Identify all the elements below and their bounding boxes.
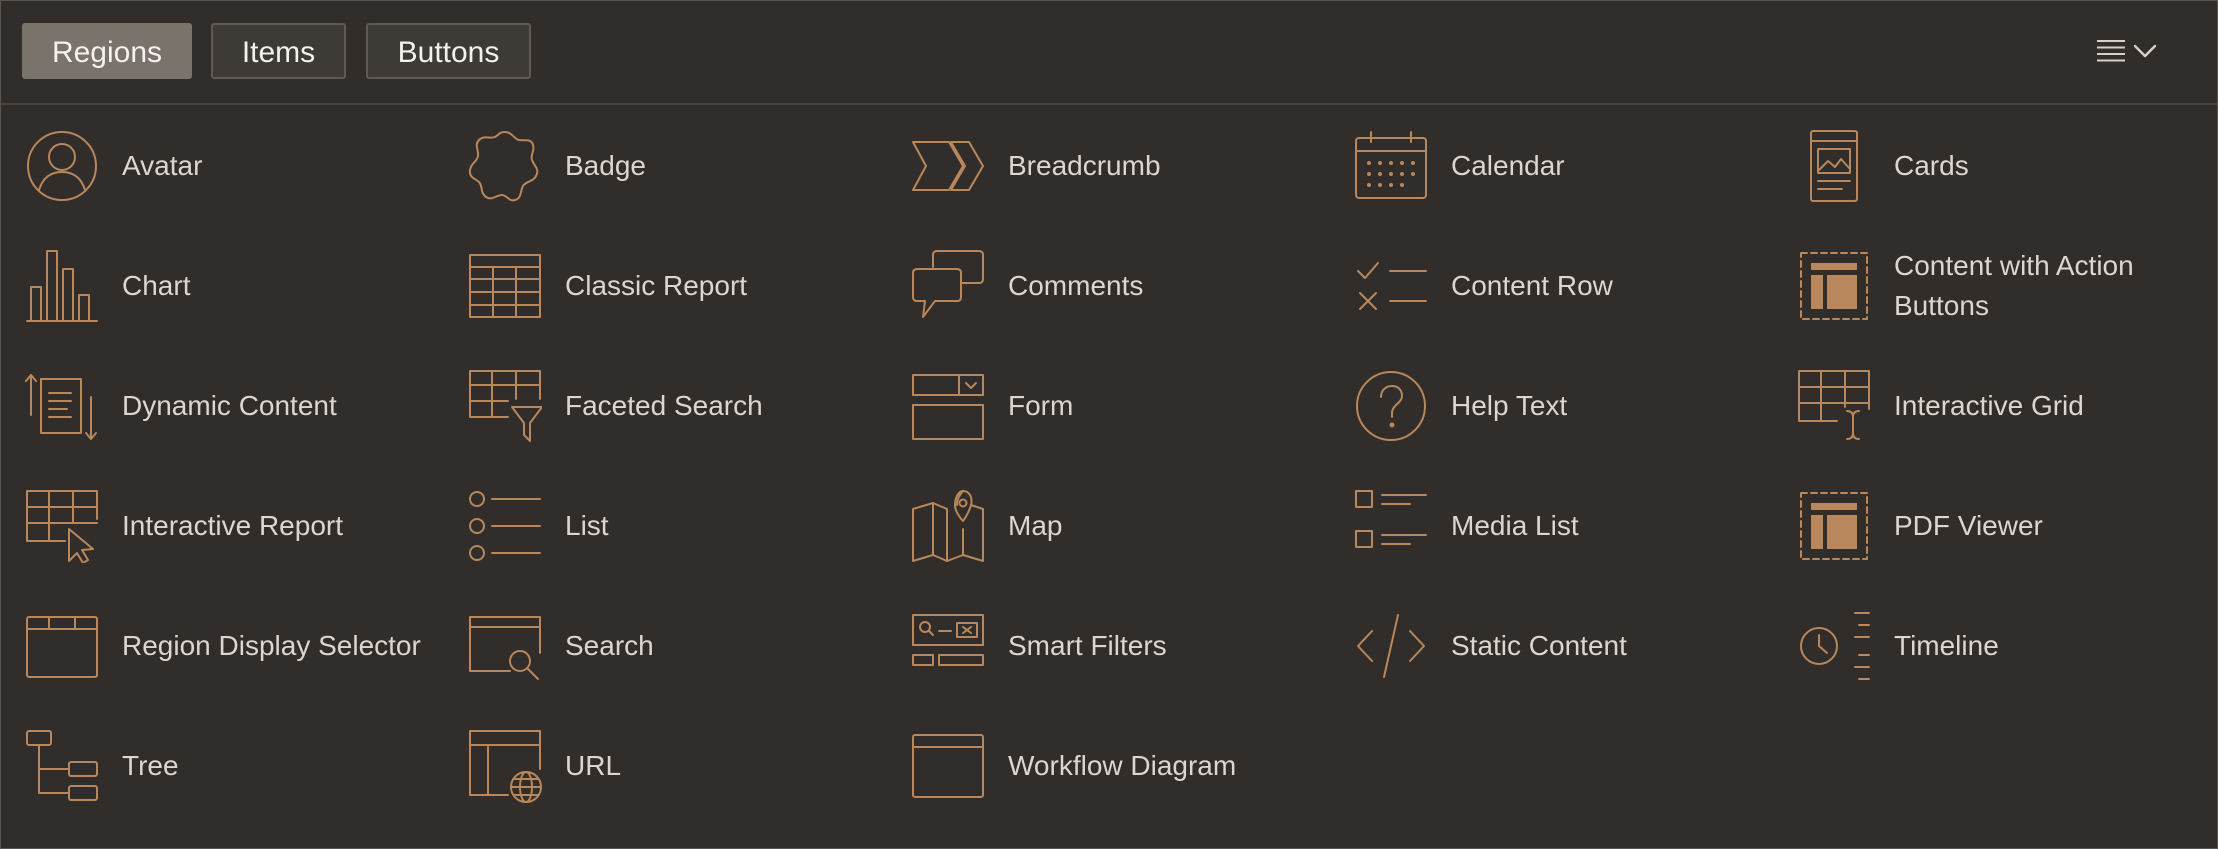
chevron-down-icon — [2133, 44, 2157, 58]
region-item-chart[interactable]: Chart — [1, 226, 444, 346]
region-item-avatar[interactable]: Avatar — [1, 106, 444, 226]
url-icon — [468, 729, 542, 803]
content-row-icon — [1354, 249, 1428, 323]
region-label: Avatar — [122, 150, 203, 181]
region-label: Content with Action Buttons — [1894, 250, 2134, 321]
region-label: Media List — [1451, 510, 1579, 541]
faceted-search-icon — [468, 369, 542, 443]
region-label: List — [565, 510, 609, 541]
region-label: Interactive Grid — [1894, 390, 2084, 421]
region-display-selector-icon — [25, 609, 99, 683]
region-item-list[interactable]: List — [444, 466, 887, 586]
region-label: Tree — [122, 750, 179, 781]
comments-icon — [911, 249, 985, 323]
region-label: Content Row — [1451, 270, 1613, 301]
region-label: Map — [1008, 510, 1063, 541]
region-item-help-text[interactable]: Help Text — [1330, 346, 1773, 466]
timeline-icon — [1797, 609, 1871, 683]
gallery-toolbar: Regions Items Buttons — [1, 1, 2217, 105]
search-icon — [468, 609, 542, 683]
region-item-workflow-diagram[interactable]: Workflow Diagram — [887, 706, 1330, 826]
region-label: Region Display Selector — [122, 630, 421, 661]
region-item-badge[interactable]: Badge — [444, 106, 887, 226]
region-label: Static Content — [1451, 630, 1627, 661]
tree-icon — [25, 729, 99, 803]
region-label: Cards — [1894, 150, 1969, 181]
tab-items[interactable]: Items — [211, 23, 346, 79]
region-item-classic-report[interactable]: Classic Report — [444, 226, 887, 346]
region-label: Workflow Diagram — [1008, 750, 1237, 781]
media-list-icon — [1354, 489, 1428, 563]
tab-buttons[interactable]: Buttons — [366, 23, 531, 79]
help-text-icon — [1354, 369, 1428, 443]
interactive-grid-icon — [1797, 369, 1871, 443]
region-gallery: Regions Items Buttons Avatar Badge Bread… — [0, 0, 2218, 849]
breadcrumb-icon — [911, 129, 985, 203]
form-icon — [911, 369, 985, 443]
region-label: Smart Filters — [1008, 630, 1167, 661]
region-label: URL — [565, 750, 622, 781]
region-label: Comments — [1008, 270, 1144, 301]
region-label: Classic Report — [565, 270, 748, 301]
region-label: Search — [565, 630, 654, 661]
region-label: Chart — [122, 270, 191, 301]
list-icon — [468, 489, 542, 563]
region-label: Help Text — [1451, 390, 1568, 421]
badge-icon — [468, 129, 542, 203]
interactive-report-icon — [25, 489, 99, 563]
region-item-static-content[interactable]: Static Content — [1330, 586, 1773, 706]
region-item-dynamic-content[interactable]: Dynamic Content — [1, 346, 444, 466]
smart-filters-icon — [911, 609, 985, 683]
pdf-viewer-icon — [1797, 489, 1871, 563]
tab-regions[interactable]: Regions — [22, 23, 192, 79]
region-label: PDF Viewer — [1894, 510, 2043, 541]
calendar-icon — [1354, 129, 1428, 203]
region-item-interactive-report[interactable]: Interactive Report — [1, 466, 444, 586]
region-item-faceted-search[interactable]: Faceted Search — [444, 346, 887, 466]
dynamic-content-icon — [25, 369, 99, 443]
content-action-buttons-icon — [1797, 249, 1871, 323]
region-item-breadcrumb[interactable]: Breadcrumb — [887, 106, 1330, 226]
map-icon — [911, 489, 985, 563]
region-item-timeline[interactable]: Timeline — [1773, 586, 2216, 706]
region-label: Calendar — [1451, 150, 1565, 181]
region-item-interactive-grid[interactable]: Interactive Grid — [1773, 346, 2216, 466]
region-item-tree[interactable]: Tree — [1, 706, 444, 826]
region-item-comments[interactable]: Comments — [887, 226, 1330, 346]
region-item-search[interactable]: Search — [444, 586, 887, 706]
region-item-map[interactable]: Map — [887, 466, 1330, 586]
cards-icon — [1797, 129, 1871, 203]
region-label: Dynamic Content — [122, 390, 337, 421]
region-item-media-list[interactable]: Media List — [1330, 466, 1773, 586]
workflow-diagram-icon — [911, 729, 985, 803]
region-item-smart-filters[interactable]: Smart Filters — [887, 586, 1330, 706]
static-content-icon — [1354, 609, 1428, 683]
region-item-content-row[interactable]: Content Row — [1330, 226, 1773, 346]
region-label: Form — [1008, 390, 1074, 421]
region-item-pdf-viewer[interactable]: PDF Viewer — [1773, 466, 2216, 586]
region-item-cards[interactable]: Cards — [1773, 106, 2216, 226]
region-label: Badge — [565, 150, 646, 181]
classic-report-icon — [468, 249, 542, 323]
region-item-form[interactable]: Form — [887, 346, 1330, 466]
avatar-icon — [25, 129, 99, 203]
regions-grid: Avatar Badge Breadcrumb Calendar Cards C… — [1, 106, 2217, 826]
region-label: Breadcrumb — [1008, 150, 1161, 181]
region-item-calendar[interactable]: Calendar — [1330, 106, 1773, 226]
region-label: Interactive Report — [122, 510, 343, 541]
region-label: Timeline — [1894, 630, 1999, 661]
region-item-url[interactable]: URL — [444, 706, 887, 826]
list-view-icon — [2097, 40, 2125, 62]
region-item-region-display-selector[interactable]: Region Display Selector — [1, 586, 444, 706]
chart-icon — [25, 249, 99, 323]
region-label: Faceted Search — [565, 390, 763, 421]
view-menu-button[interactable] — [2095, 35, 2165, 71]
region-item-content-action-buttons[interactable]: Content with Action Buttons — [1773, 226, 2216, 346]
